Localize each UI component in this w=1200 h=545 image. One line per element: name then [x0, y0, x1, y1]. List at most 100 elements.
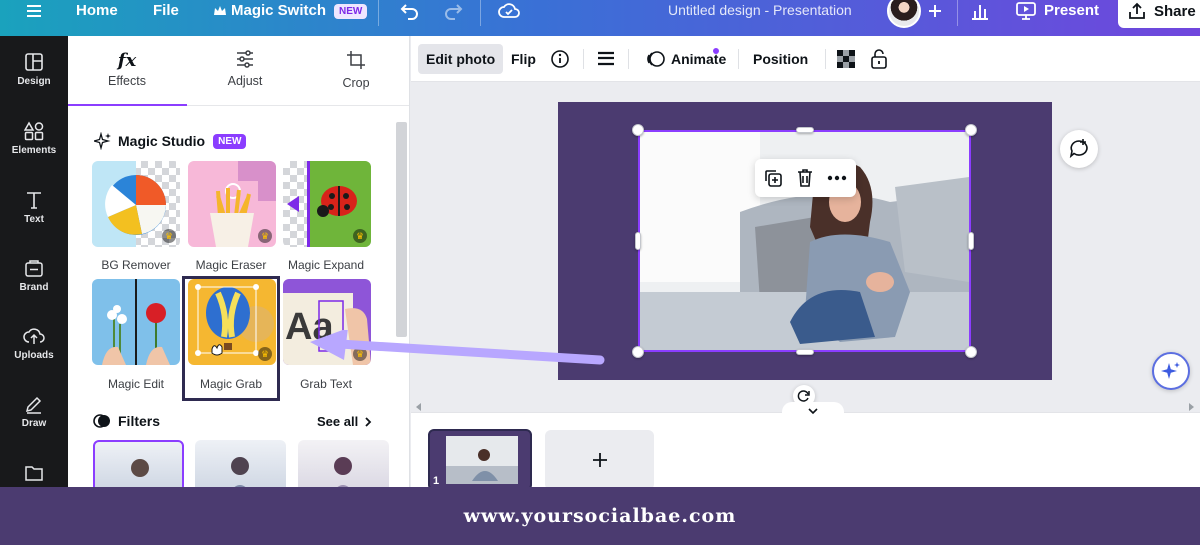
sparkle-icon [94, 132, 111, 150]
filter-tile[interactable] [298, 440, 389, 487]
scroll-right-icon [1189, 403, 1194, 411]
magic-edit-tile[interactable] [92, 279, 180, 365]
cloud-save-status[interactable] [498, 0, 520, 22]
present-label: Present [1044, 2, 1100, 19]
rail-item-label: Uploads [14, 350, 54, 361]
document-title[interactable]: Untitled design - Presentation [668, 0, 852, 22]
plus-icon [929, 5, 941, 17]
tool-label: Magic Eraser [195, 258, 267, 272]
file-menu[interactable]: File [153, 0, 179, 22]
more-options-button[interactable] [825, 166, 849, 190]
tab-label: Crop [342, 76, 370, 90]
uploads-icon [23, 328, 45, 344]
resize-handle-left[interactable] [635, 232, 641, 250]
magic-grab-highlight [182, 276, 280, 401]
duplicate-icon [765, 170, 782, 187]
transparency-button[interactable] [829, 44, 863, 74]
divider [957, 0, 958, 26]
divider [628, 49, 629, 69]
divider [583, 49, 584, 69]
share-button[interactable]: Share [1118, 0, 1200, 28]
more-dots-icon [827, 175, 847, 181]
bg-remover-tile[interactable]: ♛ [92, 161, 180, 247]
magic-eraser-tile[interactable]: ♛ [188, 161, 276, 247]
tab-label: Adjust [227, 74, 263, 88]
resize-handle-top[interactable] [796, 127, 814, 133]
unlock-icon [871, 49, 887, 69]
magic-switch-label: Magic Switch [231, 2, 327, 19]
avatar[interactable] [887, 0, 921, 28]
page-number: 1 [433, 475, 440, 487]
add-collaborator-button[interactable] [928, 0, 942, 22]
brand-icon [25, 260, 43, 277]
magic-expand-tile[interactable]: ♛ [283, 161, 371, 247]
resize-handle-bottom-right[interactable] [965, 346, 977, 358]
magic-assistant-button[interactable] [1152, 352, 1190, 390]
effects-panel: fx Effects Adjust Crop Magic Studio NEW … [68, 36, 410, 487]
menu-button[interactable] [26, 0, 42, 22]
woman-thumbnail [231, 457, 249, 487]
rail-item-elements[interactable]: Elements [0, 121, 68, 181]
edit-photo-button[interactable]: Edit photo [418, 44, 504, 74]
present-button[interactable]: Present [1016, 0, 1099, 22]
crown-icon [214, 6, 226, 15]
bar-chart-icon [972, 5, 988, 20]
premium-crown-icon: ♛ [353, 229, 367, 243]
panel-scrollbar[interactable] [396, 122, 407, 337]
see-all-label: See all [317, 414, 359, 429]
top-bar: Home File Magic Switch NEW Untitled desi… [0, 0, 1200, 36]
animate-button[interactable]: Animate [637, 44, 734, 74]
design-icon [25, 53, 43, 71]
rail-item-uploads[interactable]: Uploads [0, 326, 68, 386]
resize-handle-bottom-left[interactable] [632, 346, 644, 358]
plus-icon [592, 453, 607, 467]
magic-studio-new-badge: NEW [213, 133, 247, 149]
tab-crop[interactable]: Crop [297, 50, 409, 90]
insights-button[interactable] [970, 0, 990, 22]
resize-handle-bottom[interactable] [796, 349, 814, 355]
rail-item-label: Draw [21, 418, 47, 429]
rail-item-design[interactable]: Design [0, 52, 68, 112]
delete-button[interactable] [793, 166, 817, 190]
rail-item-text[interactable]: Text [0, 190, 68, 250]
duplicate-button[interactable] [761, 166, 785, 190]
filter-tile[interactable] [195, 440, 286, 487]
add-page-button[interactable] [545, 430, 654, 490]
woman-thumbnail [334, 457, 352, 487]
sparkle-icon [1161, 362, 1180, 379]
info-button[interactable] [542, 44, 578, 74]
redo-icon [445, 4, 463, 20]
magic-switch-button[interactable]: Magic Switch NEW [213, 0, 368, 22]
lock-button[interactable] [862, 44, 896, 74]
panel-tabs: fx Effects Adjust Crop [68, 36, 409, 106]
page-thumbnail[interactable]: 1 [428, 429, 532, 491]
undo-icon [400, 4, 418, 20]
fx-icon: fx [117, 50, 137, 71]
rail-item-brand[interactable]: Brand [0, 258, 68, 318]
woman-thumbnail [131, 459, 149, 477]
redo-button[interactable] [443, 0, 463, 22]
rotate-icon [797, 390, 810, 402]
divider [480, 0, 481, 26]
position-button[interactable]: Position [745, 44, 816, 74]
collapse-pages-button[interactable] [782, 402, 844, 420]
tab-adjust[interactable]: Adjust [186, 50, 304, 88]
add-comment-button[interactable] [1060, 130, 1098, 168]
home-button[interactable]: Home [76, 0, 118, 22]
tab-effects[interactable]: fx Effects [68, 50, 186, 88]
filter-tile[interactable] [93, 440, 184, 487]
resize-handle-top-right[interactable] [965, 124, 977, 136]
draw-icon [25, 396, 42, 414]
magic-studio-title: Magic Studio [118, 133, 206, 149]
see-all-link[interactable]: See all [317, 414, 373, 429]
rail-item-draw[interactable]: Draw [0, 394, 68, 454]
undo-button[interactable] [400, 0, 420, 22]
chevron-right-icon [365, 416, 372, 427]
resize-handle-top-left[interactable] [632, 124, 644, 136]
flip-button[interactable]: Flip [503, 44, 544, 74]
resize-handle-right[interactable] [968, 232, 974, 250]
active-tab-indicator [68, 104, 187, 106]
tool-label: Magic Edit [107, 377, 165, 391]
border-style-button[interactable] [589, 44, 623, 74]
filters-icon [93, 414, 110, 428]
